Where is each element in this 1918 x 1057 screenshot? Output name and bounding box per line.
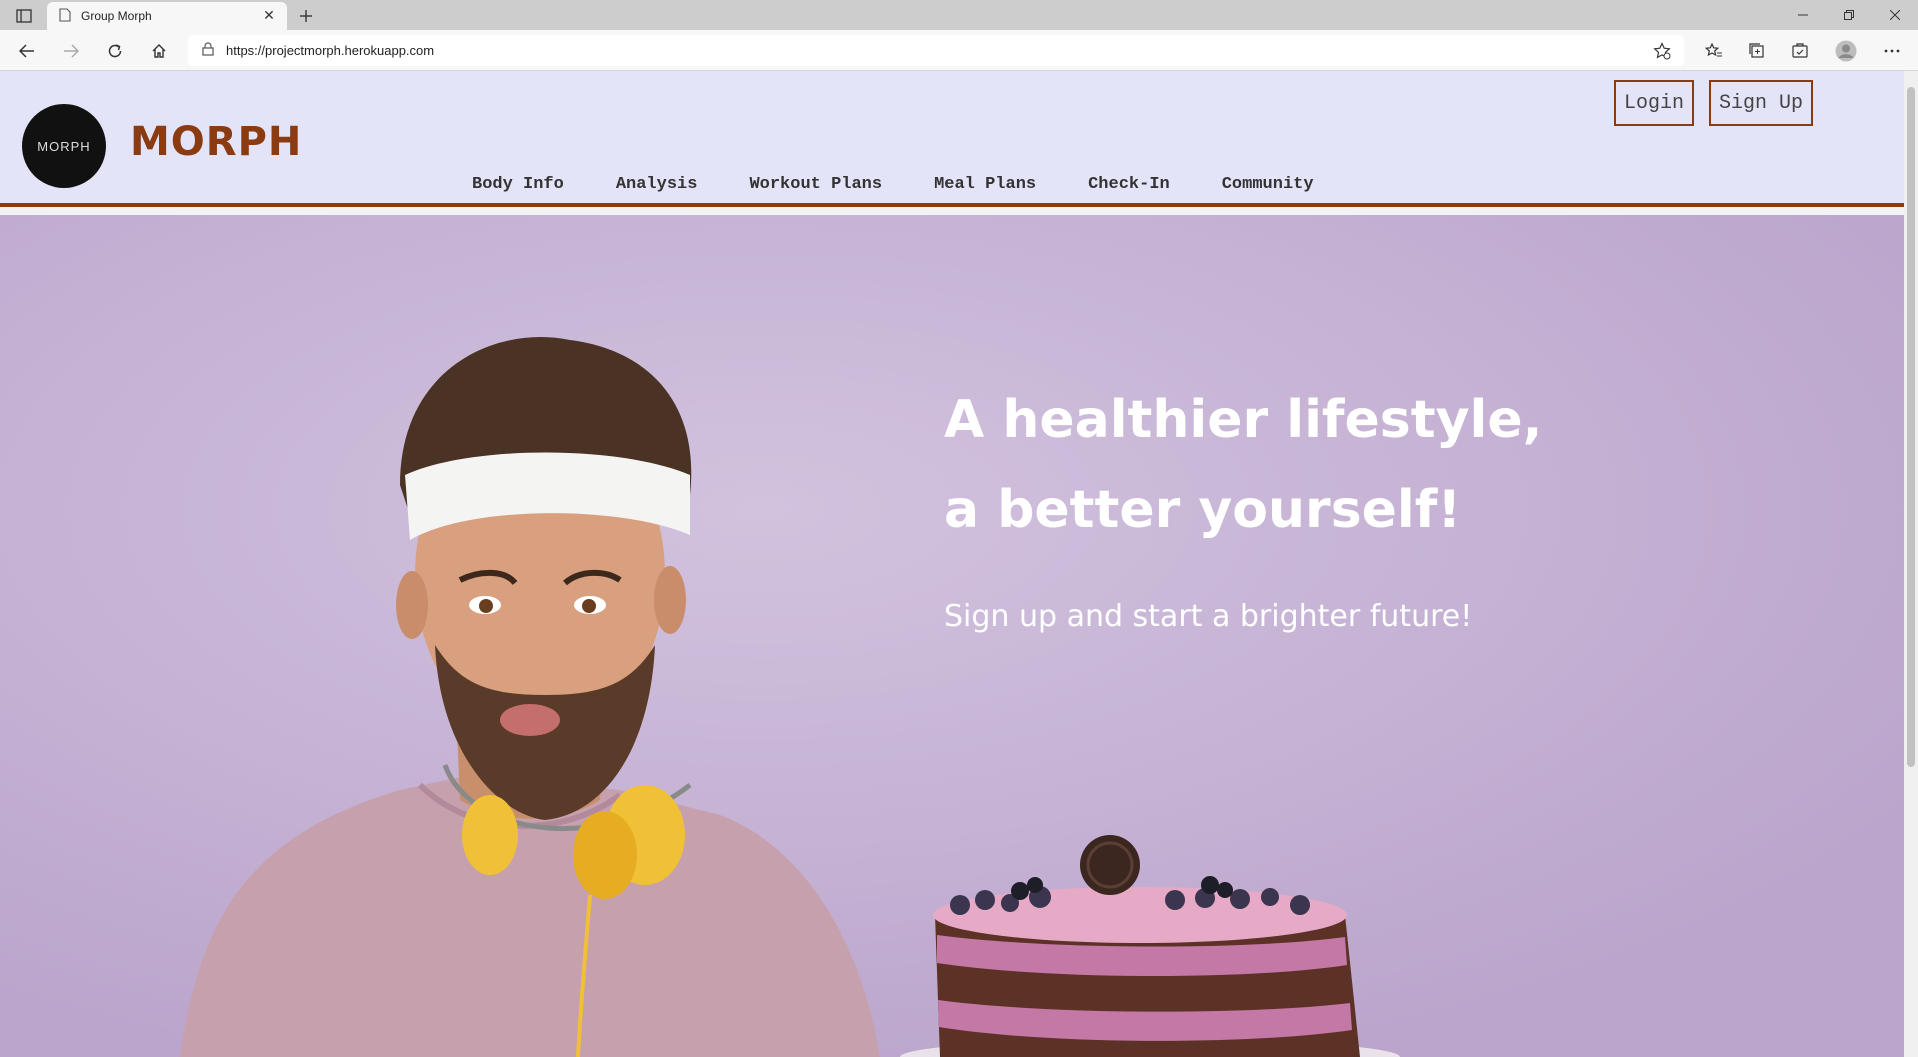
browser-toolbar: https://projectmorph.herokuapp.com — [0, 30, 1918, 71]
refresh-icon[interactable] — [102, 38, 128, 64]
brand-title[interactable]: MORPH — [130, 119, 302, 165]
page-scrollbar[interactable] — [1904, 71, 1918, 1057]
site-logo[interactable]: MORPH — [22, 104, 106, 188]
browser-tab-active[interactable]: Group Morph ✕ — [47, 2, 287, 30]
hero-section: A healthier lifestyle, a better yourself… — [0, 215, 1904, 1057]
more-options-icon[interactable] — [1878, 37, 1906, 65]
back-arrow-icon[interactable] — [14, 38, 40, 64]
signup-button[interactable]: Sign Up — [1709, 80, 1813, 126]
favorites-icon[interactable] — [1700, 37, 1728, 65]
hero-image — [0, 215, 1904, 1057]
close-window-icon[interactable] — [1872, 0, 1918, 30]
scrollbar-thumb[interactable] — [1907, 87, 1915, 767]
hero-subline: Sign up and start a brighter future! — [944, 599, 1473, 634]
header-divider — [0, 203, 1904, 207]
tab-actions-icon[interactable] — [10, 6, 38, 26]
add-favorite-icon[interactable] — [1652, 41, 1672, 61]
nav-link-community[interactable]: Community — [1222, 175, 1314, 194]
home-icon[interactable] — [146, 38, 172, 64]
nav-link-analysis[interactable]: Analysis — [616, 175, 698, 194]
tab-title: Group Morph — [81, 9, 152, 23]
profile-avatar-icon[interactable] — [1832, 37, 1860, 65]
new-tab-icon[interactable] — [294, 5, 318, 27]
page-viewport: MORPH MORPH Login Sign Up Body Info Anal… — [0, 71, 1904, 1057]
login-button[interactable]: Login — [1614, 80, 1694, 126]
nav-link-body-info[interactable]: Body Info — [472, 175, 564, 194]
browser-essentials-icon[interactable] — [1786, 37, 1814, 65]
collections-icon[interactable] — [1743, 37, 1771, 65]
site-header: MORPH MORPH Login Sign Up Body Info Anal… — [0, 71, 1904, 204]
close-tab-icon[interactable]: ✕ — [259, 6, 279, 26]
browser-tab-strip: Group Morph ✕ — [0, 0, 1918, 30]
main-nav: Body Info Analysis Workout Plans Meal Pl… — [472, 175, 1366, 194]
page-icon — [59, 7, 71, 26]
window-controls — [1780, 0, 1918, 30]
nav-link-workout-plans[interactable]: Workout Plans — [749, 175, 882, 194]
url-text[interactable]: https://projectmorph.herokuapp.com — [226, 43, 434, 58]
lock-icon[interactable] — [202, 41, 214, 60]
logo-text: MORPH — [37, 138, 91, 154]
address-bar[interactable]: https://projectmorph.herokuapp.com — [188, 35, 1684, 66]
nav-link-check-in[interactable]: Check-In — [1088, 175, 1170, 194]
forward-arrow-icon[interactable] — [58, 38, 84, 64]
minimize-icon[interactable] — [1780, 0, 1826, 30]
nav-link-meal-plans[interactable]: Meal Plans — [934, 175, 1036, 194]
hero-headline-line-1: A healthier lifestyle, — [944, 390, 1543, 450]
hero-headline: A healthier lifestyle, a better yourself… — [944, 375, 1542, 555]
restore-icon[interactable] — [1826, 0, 1872, 30]
hero-headline-line-2: a better yourself! — [944, 480, 1462, 540]
